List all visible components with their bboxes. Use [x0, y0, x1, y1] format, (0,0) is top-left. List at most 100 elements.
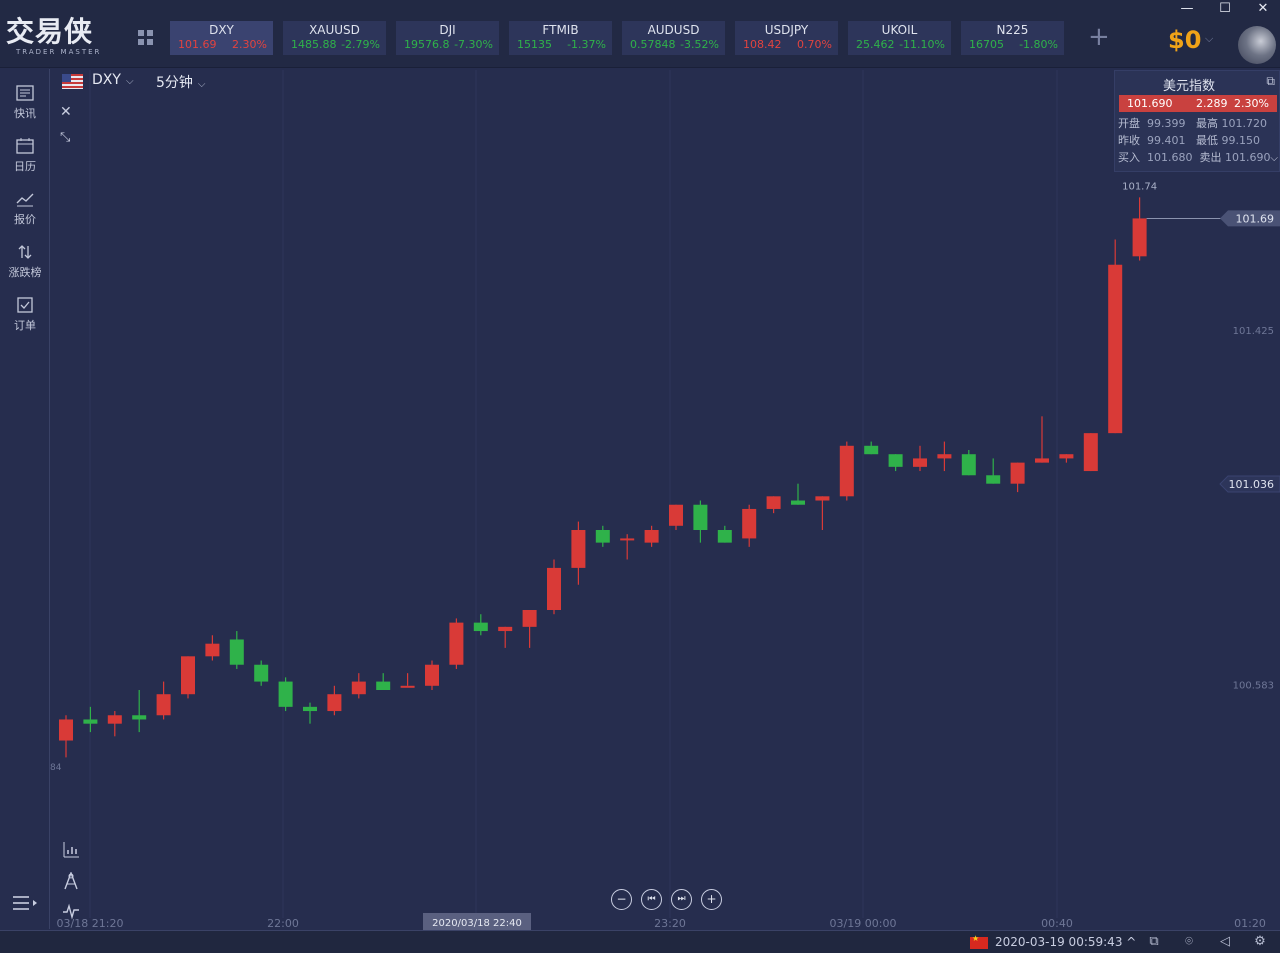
calendar-icon — [16, 138, 34, 154]
candle-body — [1132, 218, 1147, 257]
scroll-to-end-button[interactable]: ⏭ — [671, 889, 692, 910]
minimize-button[interactable]: — — [1175, 0, 1199, 18]
candle-body — [254, 664, 269, 682]
hamburger-menu-icon[interactable] — [12, 894, 40, 914]
candle-body — [864, 445, 879, 455]
scroll-to-start-button[interactable]: ⏮ — [641, 889, 662, 910]
datetime-display[interactable]: 2020-03-19 00:59:43 ^ — [995, 935, 1136, 949]
y-tick-label: 100.583 — [1233, 681, 1274, 692]
ticker-price: 0.57848 — [630, 38, 676, 51]
quote-panel: 美元指数 ⧉ 101.690 2.289 2.30% 开盘 99.399 最高 … — [1114, 70, 1280, 172]
prev-close-label: 昨收 — [1118, 134, 1140, 147]
ticker-change: -1.80% — [1019, 38, 1058, 51]
open-label: 开盘 — [1118, 117, 1140, 130]
user-avatar[interactable] — [1238, 26, 1276, 64]
sidebar-label: 日历 — [14, 160, 36, 173]
candle-body — [83, 719, 98, 724]
low-value: 99.150 — [1221, 134, 1261, 147]
candle-body — [815, 496, 830, 501]
candle-body — [303, 706, 317, 712]
candle-body — [766, 496, 781, 509]
chevron-down-icon: ⌵ — [125, 76, 134, 87]
ticker-ukoil[interactable]: UKOIL 25.462 -11.10% — [848, 21, 951, 55]
indicator-icon[interactable] — [62, 841, 80, 859]
candle-body — [351, 681, 366, 695]
ticker-symbol: N225 — [996, 23, 1029, 37]
mute-icon[interactable]: ◁ — [1217, 934, 1233, 950]
candle-body — [132, 715, 147, 720]
low-label: 最低 — [1196, 134, 1218, 147]
ticker-change: -11.10% — [899, 38, 945, 51]
ticker-change: -2.79% — [341, 38, 380, 51]
ticker-usdjpy[interactable]: USDJPY 108.42 0.70% — [735, 21, 838, 55]
account-balance[interactable]: $0 — [1168, 26, 1201, 54]
add-ticker-button[interactable]: + — [1088, 24, 1110, 50]
window-layout-icon[interactable]: ⧉ — [1146, 934, 1162, 950]
candlestick-chart[interactable]: 101.425100.58384101.69101.74101.03603/18… — [50, 70, 1280, 930]
zoom-in-button[interactable]: + — [701, 889, 722, 910]
sidebar-item-news[interactable]: 快讯 — [0, 77, 50, 127]
sidebar-item-calendar[interactable]: 日历 — [0, 130, 50, 180]
ticker-symbol: UKOIL — [881, 23, 918, 37]
camera-icon[interactable]: ⌾ — [1181, 934, 1197, 950]
candle-body — [1083, 433, 1098, 472]
grid-menu-icon[interactable] — [138, 30, 154, 46]
ticker-dji[interactable]: DJI 19576.8 -7.30% — [396, 21, 499, 55]
candle-body — [400, 685, 415, 688]
symbol-dropdown[interactable]: DXY ⌵ — [92, 72, 134, 88]
candle-body — [644, 530, 659, 543]
datetime-value: 2020-03-19 00:59:43 — [995, 935, 1123, 949]
sidebar-item-orders[interactable]: 订单 — [0, 289, 50, 339]
maximize-button[interactable]: ☐ — [1213, 0, 1237, 18]
left-axis-label: 84 — [50, 763, 62, 773]
drawing-tool-icon[interactable] — [62, 872, 80, 890]
candle-body — [229, 639, 244, 665]
close-button[interactable]: ✕ — [1251, 0, 1275, 18]
close-icon[interactable]: ✕ — [60, 104, 72, 120]
quote-change-pct: 2.30% — [1234, 97, 1269, 110]
sidebar-item-movers[interactable]: 涨跌榜 — [0, 236, 50, 286]
open-value: 99.399 — [1147, 117, 1186, 130]
zoom-out-button[interactable]: − — [611, 889, 632, 910]
x-tick-label: 22:00 — [267, 917, 299, 930]
quotes-chart-icon — [16, 193, 34, 207]
symbol-value: DXY — [92, 72, 121, 88]
news-icon — [16, 85, 34, 101]
chevron-down-icon[interactable]: ⌵ — [1270, 153, 1278, 164]
ticker-change: -1.37% — [567, 38, 606, 51]
panel-toggle-icon[interactable]: ⧉ — [1266, 74, 1275, 89]
pulse-icon[interactable] — [62, 902, 80, 920]
y-tick-label: 101.425 — [1233, 326, 1274, 337]
ticker-n225[interactable]: N225 16705 -1.80% — [961, 21, 1064, 55]
ticker-symbol: DJI — [439, 23, 456, 37]
candle-body — [498, 626, 513, 632]
collapse-icon[interactable]: ⤡ — [60, 130, 70, 145]
candle-body — [327, 694, 342, 712]
ticker-symbol: XAUUSD — [309, 23, 360, 37]
candle-body — [107, 715, 122, 724]
interval-dropdown[interactable]: 5分钟 ⌵ — [156, 72, 206, 92]
ticker-xauusd[interactable]: XAUUSD 1485.88 -2.79% — [283, 21, 386, 55]
left-sidebar: 快讯 日历 报价 涨跌榜 订单 — [0, 69, 50, 929]
sidebar-item-quotes[interactable]: 报价 — [0, 183, 50, 233]
top-bar: 交易侠 TRADER MASTER DXY 101.69 2.30% XAUUSD 14… — [0, 0, 1280, 68]
candle-body — [181, 656, 195, 695]
settings-gear-icon[interactable]: ⚙ — [1252, 934, 1268, 950]
high-label: 最高 — [1196, 117, 1218, 130]
candle-body — [986, 475, 1001, 484]
interval-value: 5分钟 — [156, 75, 193, 91]
us-flag-icon[interactable] — [62, 74, 83, 89]
ticker-dxy[interactable]: DXY 101.69 2.30% — [170, 21, 273, 55]
chevron-down-icon[interactable]: ⌵ — [1205, 32, 1213, 46]
ticker-price: 15135 — [517, 38, 552, 51]
ticker-price: 25.462 — [856, 38, 895, 51]
x-cursor-label: 2020/03/18 22:40 — [432, 918, 522, 929]
candle-body — [449, 622, 464, 665]
bid-value: 101.680 — [1147, 151, 1193, 164]
app-logo: 交易侠 TRADER MASTER — [6, 16, 118, 64]
ticker-ftmib[interactable]: FTMIB 15135 -1.37% — [509, 21, 612, 55]
candle-body — [547, 567, 561, 610]
candle-body — [1108, 264, 1123, 434]
candle-body — [571, 530, 586, 568]
ticker-audusd[interactable]: AUDUSD 0.57848 -3.52% — [622, 21, 725, 55]
